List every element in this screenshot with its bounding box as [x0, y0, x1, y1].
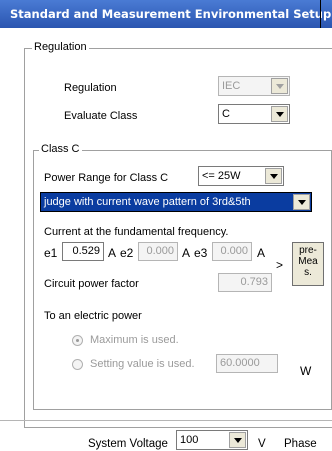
- judge-method-select[interactable]: judge with current wave pattern of 3rd&5…: [40, 192, 312, 212]
- regulation-select[interactable]: IEC: [218, 76, 290, 96]
- chevron-down-icon[interactable]: [271, 78, 288, 94]
- e1-label: e1: [44, 246, 58, 260]
- arrow-right-icon: >: [276, 258, 284, 272]
- e2-label: e2: [120, 246, 134, 260]
- evaluate-class-select[interactable]: C: [218, 104, 290, 124]
- radio-maximum-label: Maximum is used.: [90, 334, 179, 346]
- current-fundamental-label: Current at the fundamental frequency.: [44, 226, 229, 238]
- e1-field[interactable]: 0.529: [62, 242, 104, 261]
- e1-unit: A: [108, 246, 117, 260]
- chevron-down-icon[interactable]: [229, 432, 246, 448]
- regulation-label: Regulation: [64, 82, 117, 94]
- radio-setting-value[interactable]: [72, 359, 83, 370]
- pre-measure-button[interactable]: pre- Mea s.: [292, 242, 324, 286]
- system-voltage-select[interactable]: 100: [176, 430, 248, 450]
- power-range-select-value: <= 25W: [202, 170, 241, 182]
- system-voltage-select-value: 100: [180, 434, 199, 446]
- setting-unit: W: [300, 364, 312, 378]
- regulation-select-value: IEC: [222, 80, 241, 92]
- e2-field[interactable]: 0.000: [138, 242, 178, 261]
- window-title: Standard and Measurement Environmental S…: [0, 0, 332, 28]
- judge-method-select-value: judge with current wave pattern of 3rd&5…: [44, 196, 251, 208]
- system-voltage-label: System Voltage: [88, 438, 168, 450]
- e3-unit: A: [257, 246, 266, 260]
- e2-unit: A: [182, 246, 191, 260]
- setup-panel: Regulation Regulation IEC Evaluate Class…: [0, 28, 332, 451]
- classc-group-title: Class C: [39, 143, 82, 155]
- radio-maximum[interactable]: [72, 335, 83, 346]
- evaluate-class-select-value: C: [222, 108, 230, 120]
- chevron-down-icon[interactable]: [293, 194, 310, 210]
- pre-measure-label-2: Mea: [298, 256, 318, 267]
- footer-divider: [0, 420, 332, 421]
- setting-value-field[interactable]: 60.0000: [216, 354, 278, 373]
- radio-setting-label: Setting value is used.: [90, 358, 195, 370]
- power-range-label: Power Range for Class C: [44, 172, 169, 184]
- electric-power-label: To an electric power: [44, 310, 142, 322]
- power-factor-label: Circuit power factor: [44, 278, 139, 290]
- pre-measure-label-3: s.: [304, 267, 312, 278]
- e3-label: e3: [194, 246, 208, 260]
- chevron-down-icon[interactable]: [271, 106, 288, 122]
- power-range-select[interactable]: <= 25W: [198, 166, 284, 186]
- voltage-unit: V: [258, 438, 266, 450]
- regulation-group-title: Regulation: [32, 41, 89, 53]
- power-factor-field[interactable]: 0.793: [218, 273, 272, 292]
- evaluate-class-label: Evaluate Class: [64, 110, 138, 122]
- pre-measure-label-1: pre-: [299, 245, 317, 256]
- e3-field[interactable]: 0.000: [212, 242, 252, 261]
- phase-label: Phase: [284, 438, 317, 450]
- chevron-down-icon[interactable]: [265, 168, 282, 184]
